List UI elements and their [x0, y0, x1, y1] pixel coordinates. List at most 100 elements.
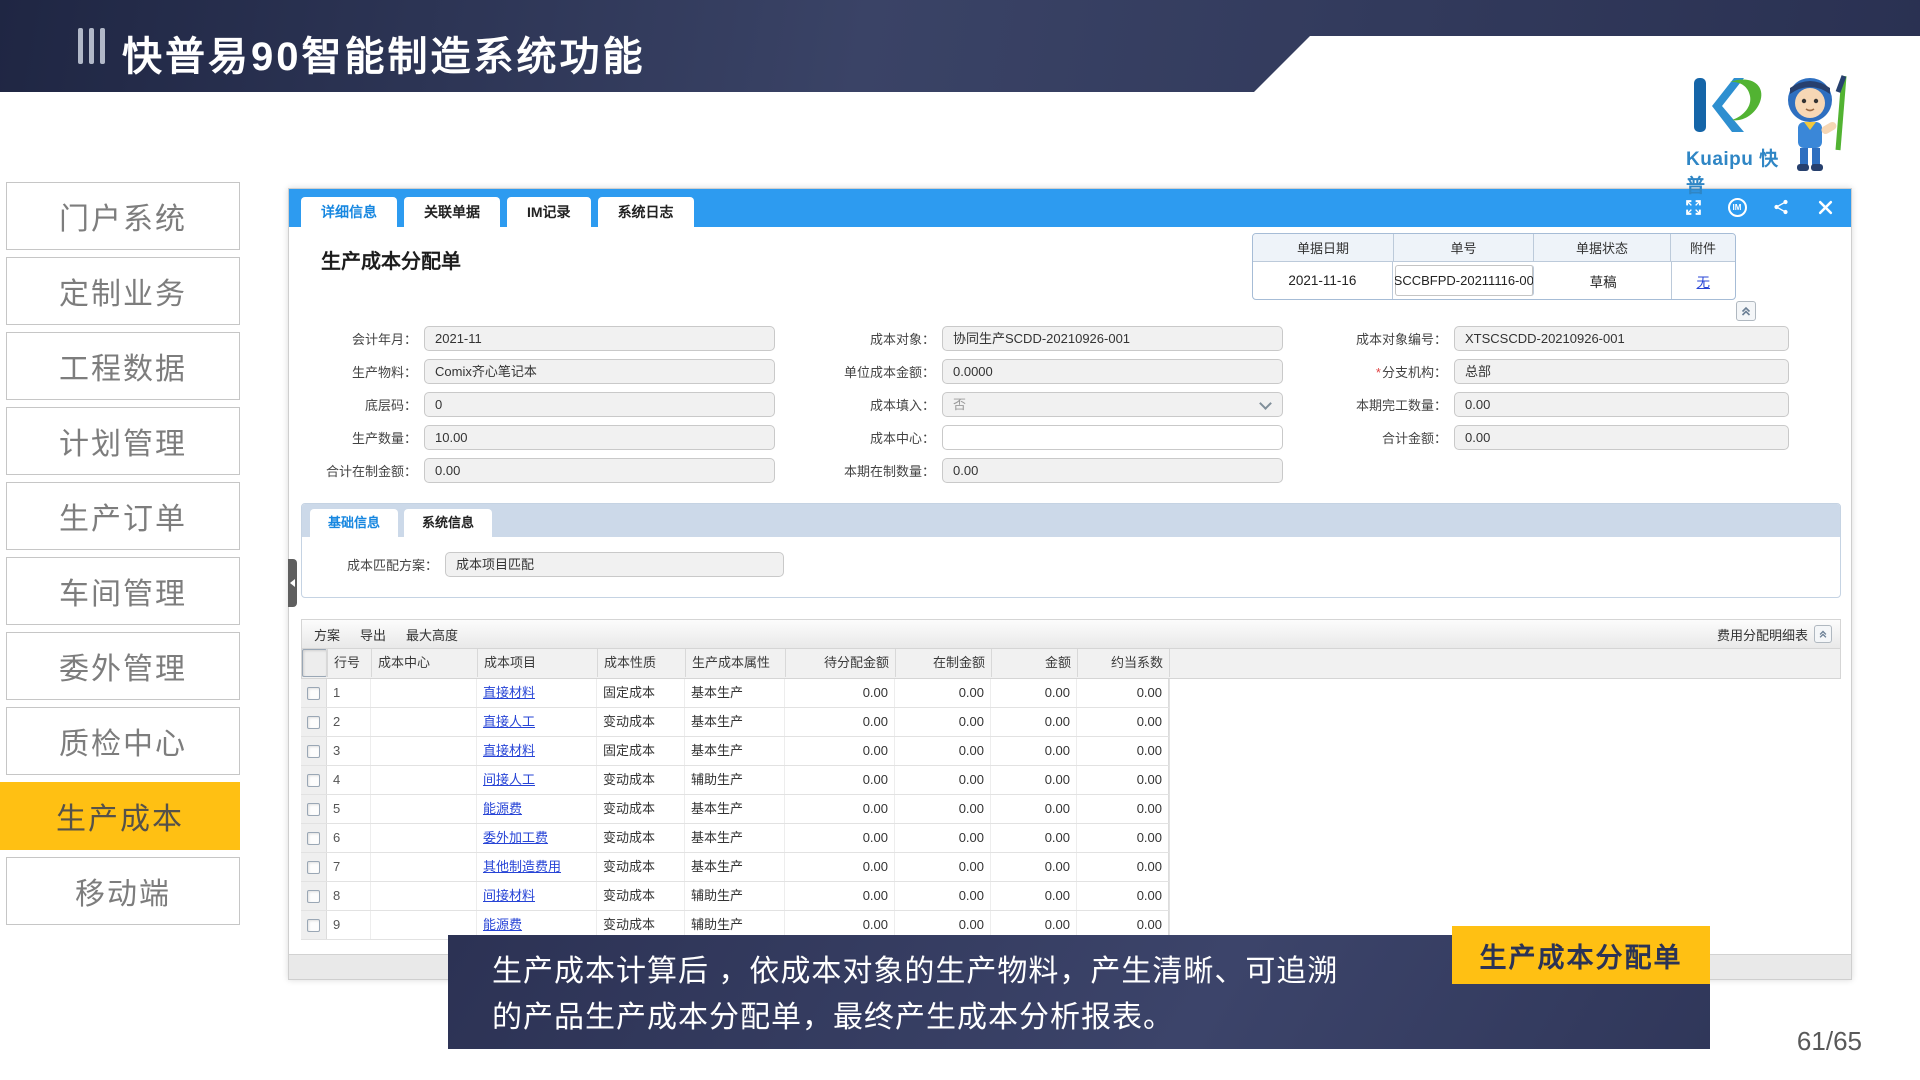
- cell-cost-item: 直接材料: [477, 679, 597, 707]
- row-checkbox[interactable]: [307, 919, 320, 932]
- cost-item-link[interactable]: 直接材料: [483, 743, 535, 758]
- column-header[interactable]: 生产成本属性: [686, 649, 786, 677]
- cost-item-link[interactable]: 能源费: [483, 801, 522, 816]
- im-icon[interactable]: IM: [1727, 197, 1747, 217]
- field-input[interactable]: 10.00: [424, 425, 775, 450]
- cell-wip-amount: 0.00: [895, 853, 991, 881]
- row-checkbox[interactable]: [307, 774, 320, 787]
- sidebar-item[interactable]: 门户系统: [6, 182, 240, 250]
- cell-cost-nature: 变动成本: [597, 824, 685, 852]
- field-input[interactable]: 0: [424, 392, 775, 417]
- field-input[interactable]: 0.00: [1454, 392, 1789, 417]
- table-row[interactable]: 5 能源费 变动成本 基本生产 0.00 0.00 0.00 0.00: [301, 795, 1170, 824]
- field-input[interactable]: XTSCSCDD-20210926-001: [1454, 326, 1789, 351]
- field-label: 本期完工数量：: [1319, 395, 1454, 414]
- toolbar-button[interactable]: 最大高度: [406, 625, 458, 644]
- cell-cost-item: 其他制造费用: [477, 853, 597, 881]
- row-checkbox[interactable]: [307, 861, 320, 874]
- column-header[interactable]: 成本性质: [598, 649, 686, 677]
- sidebar-item[interactable]: 委外管理: [6, 632, 240, 700]
- document-info-table: 单据日期 单号 单据状态 附件 2021-11-16 SCCBFPD-20211…: [1252, 233, 1736, 300]
- row-select-cell: [301, 708, 327, 736]
- collapse-header-button[interactable]: [1736, 301, 1756, 321]
- sidebar-item[interactable]: 车间管理: [6, 557, 240, 625]
- form-field: 底层码： 0: [307, 393, 775, 416]
- table-row[interactable]: 1 直接材料 固定成本 基本生产 0.00 0.00 0.00 0.00: [301, 679, 1170, 708]
- panel-collapse-handle[interactable]: [288, 559, 297, 607]
- field-input[interactable]: 0.00: [1454, 425, 1789, 450]
- column-header[interactable]: 金额: [992, 649, 1078, 677]
- field-input[interactable]: 2021-11: [424, 326, 775, 351]
- select-all-checkbox[interactable]: [302, 649, 327, 677]
- close-icon[interactable]: [1815, 197, 1835, 217]
- share-icon[interactable]: [1771, 197, 1791, 217]
- cost-item-link[interactable]: 直接人工: [483, 714, 535, 729]
- cell-amount: 0.00: [991, 679, 1077, 707]
- toolbar-button[interactable]: 方案: [314, 625, 340, 644]
- sidebar-item[interactable]: 生产成本: [0, 782, 240, 850]
- fullscreen-icon[interactable]: [1683, 197, 1703, 217]
- cost-item-link[interactable]: 间接人工: [483, 772, 535, 787]
- window-tabs: 详细信息 关联单据 IM记录 系统日志: [301, 197, 694, 227]
- subtab[interactable]: 系统信息: [404, 509, 492, 537]
- table-row[interactable]: 2 直接人工 变动成本 基本生产 0.00 0.00 0.00 0.00: [301, 708, 1170, 737]
- field-input[interactable]: [942, 425, 1283, 450]
- collapse-grid-button[interactable]: [1814, 625, 1832, 643]
- field-input[interactable]: 否: [942, 392, 1283, 417]
- field-input[interactable]: Comix齐心笔记本: [424, 359, 775, 384]
- window-tab[interactable]: 详细信息: [301, 197, 397, 227]
- column-header[interactable]: 成本项目: [478, 649, 598, 677]
- cost-item-link[interactable]: 直接材料: [483, 685, 535, 700]
- form-field: 生产物料： Comix齐心笔记本: [307, 360, 775, 383]
- cost-item-link[interactable]: 委外加工费: [483, 830, 548, 845]
- row-checkbox[interactable]: [307, 716, 320, 729]
- cell-cost-center: [371, 679, 477, 707]
- field-input[interactable]: 协同生产SCDD-20210926-001: [942, 326, 1283, 351]
- field-input[interactable]: 总部: [1454, 359, 1789, 384]
- cell-production-attr: 基本生产: [685, 853, 785, 881]
- grid-rows: 1 直接材料 固定成本 基本生产 0.00 0.00 0.00 0.00 2: [301, 679, 1841, 940]
- sidebar-item[interactable]: 生产订单: [6, 482, 240, 550]
- field-input[interactable]: 0.0000: [942, 359, 1283, 384]
- column-header[interactable]: 行号: [328, 649, 372, 677]
- table-row[interactable]: 6 委外加工费 变动成本 基本生产 0.00 0.00 0.00 0.00: [301, 824, 1170, 853]
- field-input[interactable]: 成本项目匹配: [445, 552, 784, 577]
- row-select-cell: [301, 824, 327, 852]
- table-row[interactable]: 3 直接材料 固定成本 基本生产 0.00 0.00 0.00 0.00: [301, 737, 1170, 766]
- row-checkbox[interactable]: [307, 890, 320, 903]
- table-row[interactable]: 7 其他制造费用 变动成本 基本生产 0.00 0.00 0.00 0.00: [301, 853, 1170, 882]
- sidebar-item[interactable]: 移动端: [6, 857, 240, 925]
- row-checkbox[interactable]: [307, 687, 320, 700]
- table-row[interactable]: 4 间接人工 变动成本 辅助生产 0.00 0.00 0.00 0.00: [301, 766, 1170, 795]
- window-tab[interactable]: IM记录: [507, 197, 591, 227]
- cost-item-link[interactable]: 其他制造费用: [483, 859, 561, 874]
- cost-item-link[interactable]: 能源费: [483, 917, 522, 932]
- sidebar-item[interactable]: 工程数据: [6, 332, 240, 400]
- field-input[interactable]: 0.00: [942, 458, 1283, 483]
- window-tab[interactable]: 系统日志: [598, 197, 694, 227]
- window-tab[interactable]: 关联单据: [404, 197, 500, 227]
- cost-item-link[interactable]: 间接材料: [483, 888, 535, 903]
- cell-production-attr: 辅助生产: [685, 882, 785, 910]
- sidebar-item[interactable]: 计划管理: [6, 407, 240, 475]
- table-row[interactable]: 8 间接材料 变动成本 辅助生产 0.00 0.00 0.00 0.00: [301, 882, 1170, 911]
- doc-table-value[interactable]: 无: [1672, 262, 1735, 299]
- sidebar-item[interactable]: 定制业务: [6, 257, 240, 325]
- cell-cost-nature: 变动成本: [597, 766, 685, 794]
- toolbar-button[interactable]: 导出: [360, 625, 386, 644]
- column-header[interactable]: 成本中心: [372, 649, 478, 677]
- subtab[interactable]: 基础信息: [310, 509, 398, 537]
- column-header[interactable]: 待分配金额: [786, 649, 896, 677]
- field-input[interactable]: 0.00: [424, 458, 775, 483]
- field-label: 分支机构：: [1319, 362, 1454, 381]
- row-checkbox[interactable]: [307, 745, 320, 758]
- row-select-cell: [301, 795, 327, 823]
- column-header[interactable]: 约当系数: [1078, 649, 1170, 677]
- row-checkbox[interactable]: [307, 832, 320, 845]
- field-label: 会计年月：: [307, 329, 424, 348]
- sidebar-item[interactable]: 质检中心: [6, 707, 240, 775]
- column-header[interactable]: 在制金额: [896, 649, 992, 677]
- form-field: 合计在制金额： 0.00: [307, 459, 775, 482]
- cell-equivalent-factor: 0.00: [1077, 824, 1169, 852]
- row-checkbox[interactable]: [307, 803, 320, 816]
